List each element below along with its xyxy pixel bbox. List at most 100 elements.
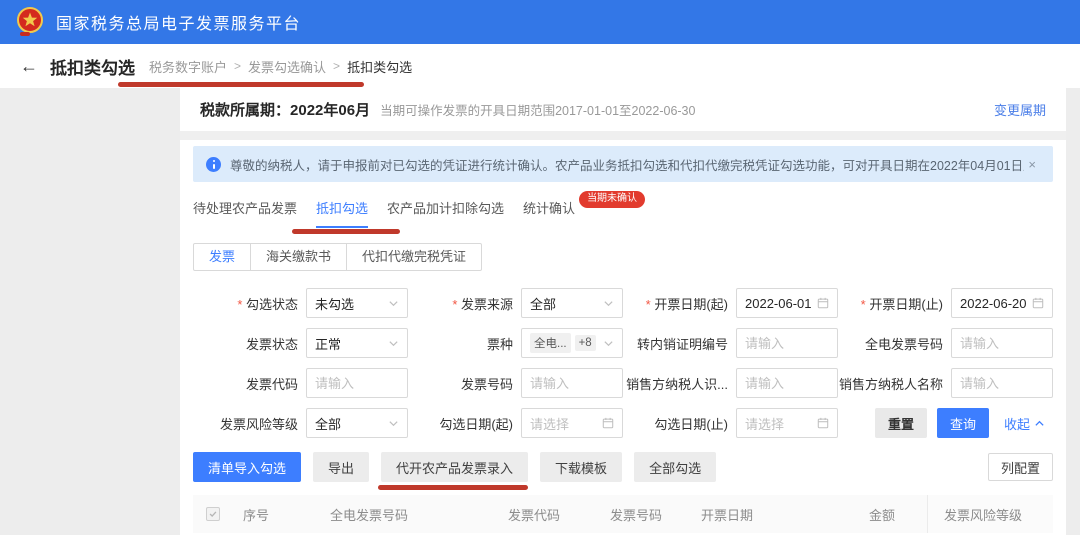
- collapse-link[interactable]: 收起: [1004, 414, 1045, 433]
- tab-stats-confirm-label: 统计确认: [523, 201, 575, 216]
- filter-seller-taxpayer-id: 销售方纳税人识...: [623, 368, 838, 398]
- app-header: 国家税务总局电子发票服务平台: [0, 0, 1080, 44]
- filter-label: 开票日期(起): [646, 294, 728, 313]
- check-date-end-picker[interactable]: 请选择: [736, 408, 838, 438]
- tab-stats-confirm[interactable]: 统计确认 当期未确认: [523, 198, 575, 228]
- annotation-underline-tab: [292, 229, 400, 234]
- select-value: 全部: [315, 414, 388, 433]
- query-button[interactable]: 查询: [937, 408, 989, 438]
- tab-deduction-check[interactable]: 抵扣勾选: [316, 198, 368, 228]
- risk-level-select[interactable]: 全部: [306, 408, 408, 438]
- breadcrumb-item-digital-account[interactable]: 税务数字账户: [149, 57, 227, 76]
- close-icon[interactable]: ×: [1024, 155, 1040, 174]
- column-header-invoice-no: 发票号码: [600, 505, 691, 524]
- reset-button[interactable]: 重置: [875, 408, 927, 438]
- filter-label: 勾选状态: [237, 294, 298, 313]
- import-check-list-button[interactable]: 清单导入勾选: [193, 452, 301, 482]
- unconfirmed-badge: 当期未确认: [579, 191, 645, 208]
- filter-label: 销售方纳税人识...: [626, 374, 728, 393]
- filter-actions: 重置 查询 收起: [838, 408, 1053, 438]
- tab-agri-extra-deduction[interactable]: 农产品加计扣除勾选: [387, 198, 504, 228]
- filter-risk-level: 发票风险等级 全部: [193, 408, 408, 438]
- filter-label: 发票风险等级: [220, 414, 298, 433]
- invoice-code-input[interactable]: [306, 368, 408, 398]
- filter-label: 发票代码: [246, 374, 298, 393]
- tax-period-bar: 税款所属期： 2022年06月 当期可操作发票的开具日期范围2017-01-01…: [180, 88, 1066, 131]
- subtab-withholding-cert[interactable]: 代扣代缴完税凭证: [346, 243, 482, 271]
- results-table-header: 序号 全电发票号码 发票代码 发票号码 开票日期 金额 发票风险等级: [193, 495, 1053, 533]
- column-config-button[interactable]: 列配置: [988, 453, 1053, 481]
- filter-invoice-status: 发票状态 正常: [193, 328, 408, 358]
- voucher-type-switch: 发票 海关缴款书 代扣代缴完税凭证: [193, 243, 1053, 271]
- issue-date-end-picker[interactable]: 2022-06-20: [951, 288, 1053, 318]
- select-all-checkbox[interactable]: [206, 507, 220, 521]
- subtab-invoice[interactable]: 发票: [193, 243, 251, 271]
- annotation-underline-breadcrumb: [118, 82, 364, 87]
- filter-check-date-end: 勾选日期(止) 请选择: [623, 408, 838, 438]
- ticket-type-multiselect[interactable]: 全电... +8: [521, 328, 623, 358]
- chevron-down-icon: [388, 298, 399, 309]
- filter-invoice-source: 发票来源 全部: [408, 288, 623, 318]
- export-button[interactable]: 导出: [313, 452, 369, 482]
- filter-label: 票种: [487, 334, 513, 353]
- transfer-cert-no-input[interactable]: [736, 328, 838, 358]
- back-arrow-icon[interactable]: ←: [20, 57, 38, 75]
- breadcrumb: 税务数字账户 > 发票勾选确认 > 抵扣类勾选: [149, 57, 412, 76]
- change-period-link[interactable]: 变更属期: [994, 100, 1046, 119]
- date-value: 2022-06-01: [745, 296, 817, 311]
- filter-issue-date-end: 开票日期(止) 2022-06-20: [838, 288, 1053, 318]
- filter-label: 发票号码: [461, 374, 513, 393]
- active-tab-underline: [316, 226, 368, 228]
- column-header-seq: 序号: [233, 505, 320, 524]
- calendar-icon: [602, 417, 614, 429]
- filter-qd-invoice-no: 全电发票号码: [838, 328, 1053, 358]
- filter-form: 勾选状态 未勾选 发票来源 全部 开票日期(: [193, 283, 1053, 443]
- select-value: 全部: [530, 294, 603, 313]
- left-sidebar-area: [0, 88, 180, 535]
- tax-period-hint: 当期可操作发票的开具日期范围2017-01-01至2022-06-30: [380, 100, 695, 119]
- invoice-status-select[interactable]: 正常: [306, 328, 408, 358]
- tab-pending-agri-invoices[interactable]: 待处理农产品发票: [193, 198, 297, 228]
- filter-issue-date-start: 开票日期(起) 2022-06-01: [623, 288, 838, 318]
- info-banner-text: 尊敬的纳税人，请于申报前对已勾选的凭证进行统计确认。农产品业务抵扣勾选和代扣代缴…: [230, 155, 1024, 174]
- agri-invoice-entry-label: 代开农产品发票录入: [396, 458, 513, 477]
- check-status-select[interactable]: 未勾选: [306, 288, 408, 318]
- check-all-button[interactable]: 全部勾选: [634, 452, 716, 482]
- filter-label: 全电发票号码: [865, 334, 943, 353]
- tab-bar: 待处理农产品发票 抵扣勾选 农产品加计扣除勾选 统计确认 当期未确认: [193, 198, 1053, 228]
- national-emblem-logo-icon: [14, 6, 46, 38]
- page-bar: ← 抵扣类勾选 税务数字账户 > 发票勾选确认 > 抵扣类勾选: [0, 44, 1080, 88]
- main-panel: 税款所属期： 2022年06月 当期可操作发票的开具日期范围2017-01-01…: [180, 88, 1066, 535]
- annotation-underline-button: [378, 485, 528, 490]
- seller-taxpayer-name-input[interactable]: [951, 368, 1053, 398]
- download-template-button[interactable]: 下载模板: [540, 452, 622, 482]
- select-value: 未勾选: [315, 294, 388, 313]
- chevron-down-icon: [603, 298, 614, 309]
- column-header-risk-level: 发票风险等级: [927, 495, 1053, 533]
- breadcrumb-item-invoice-check-confirm[interactable]: 发票勾选确认: [248, 57, 326, 76]
- ticket-type-count-tag: +8: [575, 335, 596, 351]
- tab-deduction-check-label: 抵扣勾选: [316, 201, 368, 216]
- invoice-no-input[interactable]: [521, 368, 623, 398]
- right-scrollbar-gutter[interactable]: [1066, 88, 1080, 535]
- column-header-qd-invoice-no: 全电发票号码: [320, 505, 498, 524]
- page-title: 抵扣类勾选: [50, 54, 135, 79]
- issue-date-start-picker[interactable]: 2022-06-01: [736, 288, 838, 318]
- calendar-icon: [817, 297, 829, 309]
- select-value: 正常: [315, 334, 388, 353]
- table-header-checkbox-cell: [193, 507, 233, 521]
- seller-taxpayer-id-input[interactable]: [736, 368, 838, 398]
- invoice-source-select[interactable]: 全部: [521, 288, 623, 318]
- filter-label: 开票日期(止): [861, 294, 943, 313]
- breadcrumb-separator: >: [234, 59, 241, 73]
- filter-ticket-type: 票种 全电... +8: [408, 328, 623, 358]
- filter-label: 勾选日期(止): [654, 414, 728, 433]
- check-date-start-picker[interactable]: 请选择: [521, 408, 623, 438]
- ticket-type-tag: 全电...: [530, 333, 571, 353]
- chevron-down-icon: [388, 418, 399, 429]
- breadcrumb-item-current: 抵扣类勾选: [347, 57, 412, 76]
- column-header-invoice-code: 发票代码: [498, 505, 600, 524]
- subtab-customs-payment[interactable]: 海关缴款书: [250, 243, 347, 271]
- qd-invoice-no-input[interactable]: [951, 328, 1053, 358]
- agri-invoice-entry-button[interactable]: 代开农产品发票录入: [381, 452, 528, 482]
